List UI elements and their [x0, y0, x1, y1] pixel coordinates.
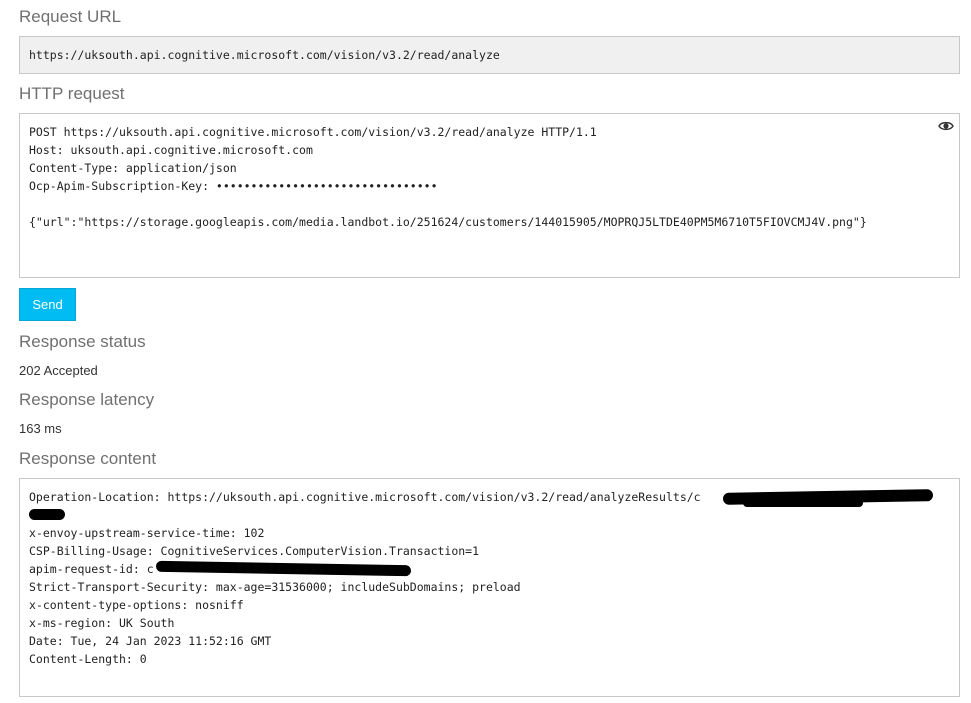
- request-host-header: Host: uksouth.api.cognitive.microsoft.co…: [29, 143, 313, 157]
- response-region: x-ms-region: UK South: [29, 616, 175, 630]
- request-body: {"url":"https://storage.googleapis.com/m…: [29, 215, 867, 229]
- response-content-type-options: x-content-type-options: nosniff: [29, 598, 244, 612]
- response-status-heading: Response status: [19, 332, 146, 351]
- response-request-id: apim-request-id: c: [29, 562, 154, 576]
- response-billing-usage: CSP-Billing-Usage: CognitiveServices.Com…: [29, 544, 480, 558]
- response-content-box[interactable]: Operation-Location: https://uksouth.api.…: [19, 478, 960, 697]
- http-request-editor[interactable]: POST https://uksouth.api.cognitive.micro…: [19, 113, 960, 278]
- response-content-heading: Response content: [19, 449, 157, 468]
- http-request-heading: HTTP request: [19, 84, 125, 103]
- redaction-mark: [743, 499, 863, 507]
- eye-icon[interactable]: [938, 119, 954, 131]
- request-content-type-header: Content-Type: application/json: [29, 161, 237, 175]
- response-envoy-time: x-envoy-upstream-service-time: 102: [29, 526, 265, 540]
- send-button[interactable]: Send: [19, 288, 76, 321]
- response-content-length: Content-Length: 0: [29, 652, 147, 666]
- redaction-mark: [29, 509, 65, 520]
- response-sts: Strict-Transport-Security: max-age=31536…: [29, 580, 521, 594]
- response-date: Date: Tue, 24 Jan 2023 11:52:16 GMT: [29, 634, 272, 648]
- request-url-value: https://uksouth.api.cognitive.microsoft.…: [29, 48, 500, 62]
- request-subscription-key-header: Ocp-Apim-Subscription-Key: •••••••••••••…: [29, 179, 438, 193]
- response-latency-value: 163 ms: [19, 421, 62, 436]
- response-status-value: 202 Accepted: [19, 363, 98, 378]
- request-url-field[interactable]: https://uksouth.api.cognitive.microsoft.…: [19, 36, 960, 74]
- response-latency-heading: Response latency: [19, 390, 155, 409]
- request-url-heading: Request URL: [19, 7, 122, 26]
- request-line: POST https://uksouth.api.cognitive.micro…: [29, 125, 597, 139]
- redaction-mark: [155, 560, 412, 577]
